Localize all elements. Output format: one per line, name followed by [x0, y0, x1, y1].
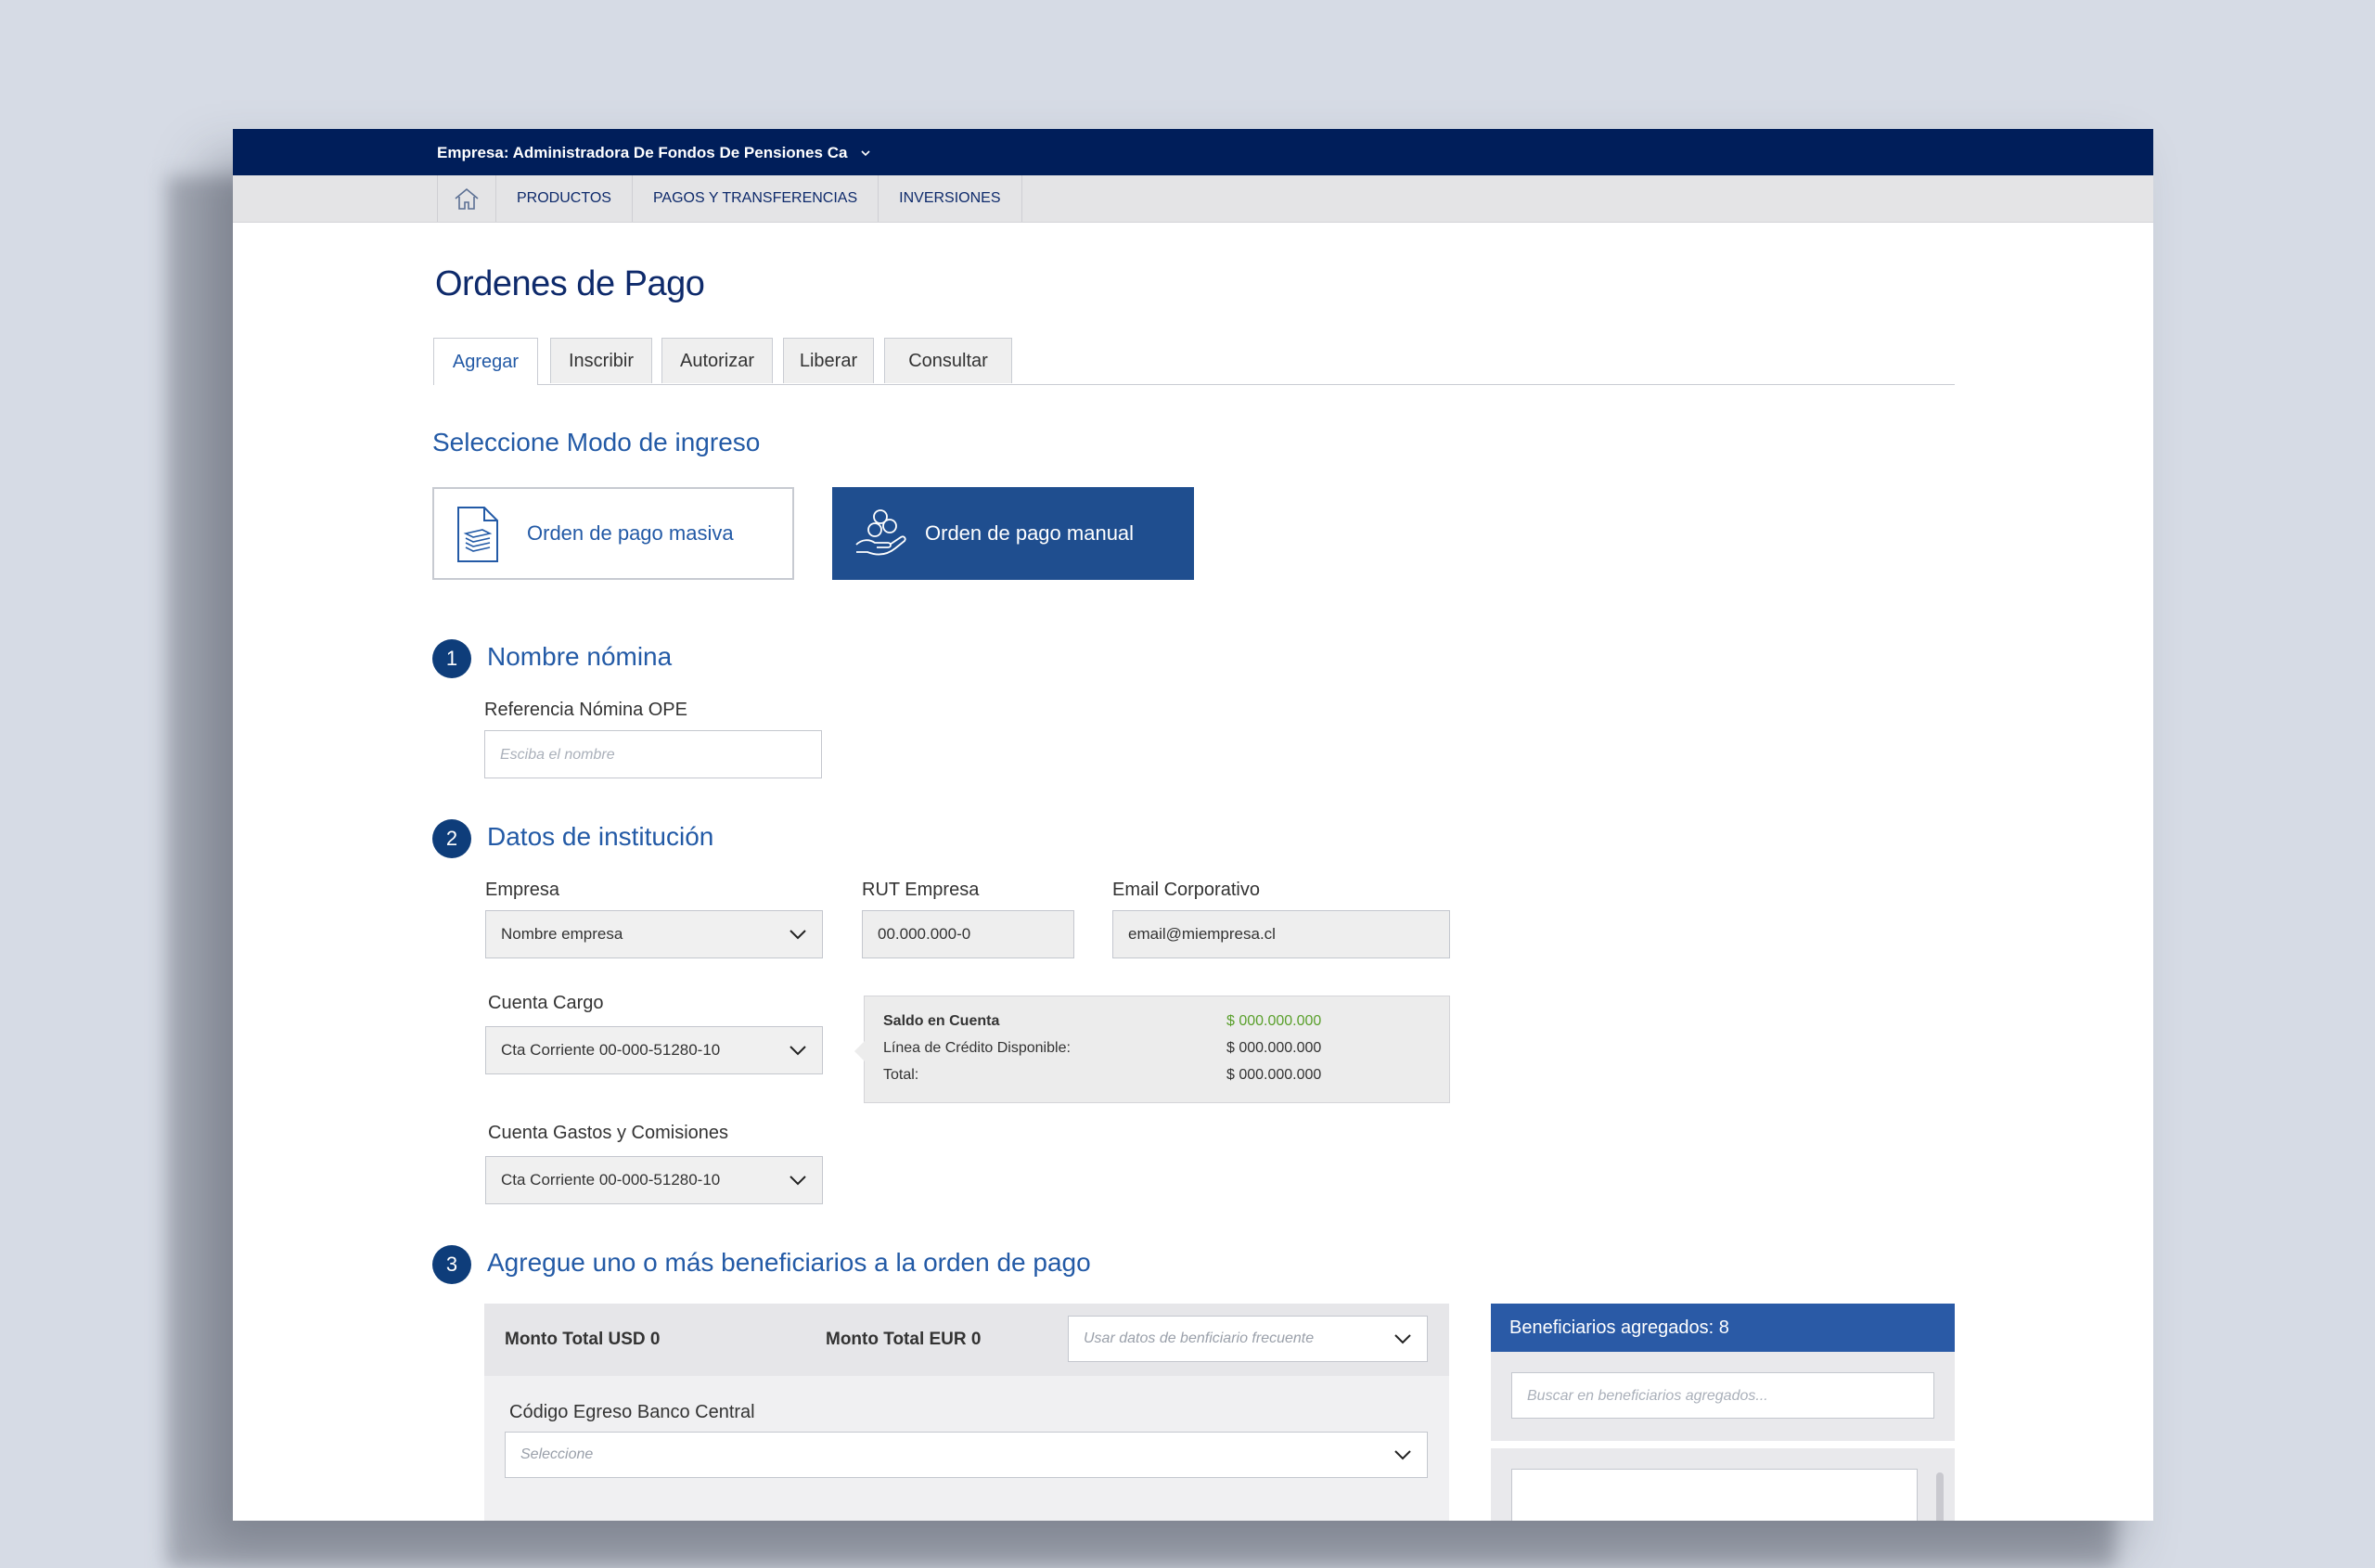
chevron-down-icon — [790, 930, 806, 940]
chevron-down-icon — [861, 150, 871, 157]
step-3-badge: 3 — [432, 1245, 471, 1284]
scrollbar-thumb[interactable] — [1936, 1472, 1944, 1521]
tab-liberar[interactable]: Liberar — [783, 338, 874, 383]
cuenta-cargo-select[interactable]: Cta Corriente 00-000-51280-10 — [485, 1026, 823, 1074]
beneficiario-panel: Monto Total USD 0 Monto Total EUR 0 Usar… — [484, 1304, 1449, 1521]
total-label: Total: — [883, 1067, 919, 1083]
cuenta-cargo-label: Cuenta Cargo — [488, 993, 604, 1013]
mode-manual-label: Orden de pago manual — [925, 521, 1135, 545]
section-1-title: Nombre nómina — [487, 642, 673, 671]
balance-panel: Saldo en Cuenta $ 000.000.000 Línea de C… — [854, 996, 1450, 1103]
tab-consultar[interactable]: Consultar — [884, 338, 1012, 383]
mode-heading: Seleccione Modo de ingreso — [432, 428, 761, 456]
rut-label: RUT Empresa — [862, 880, 980, 900]
hand-coins-icon — [855, 509, 906, 556]
chevron-down-icon — [1394, 1334, 1411, 1344]
cuenta-gastos-label: Cuenta Gastos y Comisiones — [488, 1123, 729, 1143]
codigo-placeholder: Seleccione — [520, 1446, 594, 1462]
nav-home[interactable] — [437, 175, 495, 222]
tab-agregar[interactable]: Agregar — [433, 338, 538, 385]
step-2-badge: 2 — [432, 819, 471, 858]
main-nav: PRODUCTOS PAGOS Y TRANSFERENCIAS INVERSI… — [233, 175, 2153, 223]
chevron-down-icon — [790, 1176, 806, 1186]
rut-field: 00.000.000-0 — [862, 910, 1074, 958]
mode-masiva-button[interactable]: Orden de pago masiva — [432, 487, 794, 580]
email-label: Email Corporativo — [1112, 880, 1260, 900]
buscar-beneficiarios-input[interactable] — [1511, 1372, 1934, 1419]
total-value: $ 000.000.000 — [1226, 1067, 1322, 1083]
saldo-value: $ 000.000.000 — [1226, 1013, 1322, 1029]
divider — [1491, 1441, 1955, 1448]
empresa-select[interactable]: Nombre empresa — [485, 910, 823, 958]
chevron-down-icon — [790, 1046, 806, 1056]
mode-masiva-label: Orden de pago masiva — [527, 521, 734, 545]
top-bar: Empresa: Administradora De Fondos De Pen… — [233, 129, 2153, 175]
home-icon — [455, 187, 479, 210]
email-field: email@miempresa.cl — [1112, 910, 1450, 958]
frecuente-placeholder: Usar datos de benficiario frecuente — [1084, 1330, 1315, 1346]
linea-credito-label: Línea de Crédito Disponible: — [883, 1040, 1071, 1056]
totals-bar: Monto Total USD 0 Monto Total EUR 0 Usar… — [484, 1304, 1449, 1376]
document-stack-icon — [457, 507, 498, 562]
beneficiarios-sidebar: Beneficiarios agregados: 8 — [1491, 1304, 1955, 1521]
tab-inscribir[interactable]: Inscribir — [550, 338, 652, 383]
monto-usd: Monto Total USD 0 — [505, 1330, 661, 1349]
section-2-title: Datos de institución — [487, 822, 714, 851]
cuenta-cargo-value: Cta Corriente 00-000-51280-10 — [501, 1041, 721, 1059]
beneficiario-list[interactable] — [1511, 1469, 1918, 1521]
referencia-input[interactable] — [484, 730, 822, 778]
frecuente-select[interactable]: Usar datos de benficiario frecuente — [1068, 1316, 1428, 1362]
linea-credito-value: $ 000.000.000 — [1226, 1040, 1322, 1056]
section-3-title: Agregue uno o más beneficiarios a la ord… — [487, 1248, 1091, 1277]
beneficiarios-header: Beneficiarios agregados: 8 — [1491, 1304, 1955, 1352]
nav-pagos-transferencias[interactable]: PAGOS Y TRANSFERENCIAS — [631, 175, 878, 222]
chevron-down-icon — [1394, 1450, 1411, 1460]
cuenta-gastos-select[interactable]: Cta Corriente 00-000-51280-10 — [485, 1156, 823, 1204]
codigo-egreso-select[interactable]: Seleccione — [505, 1432, 1428, 1478]
page-title: Ordenes de Pago — [435, 264, 705, 303]
mode-manual-button[interactable]: Orden de pago manual — [832, 487, 1194, 580]
monto-eur: Monto Total EUR 0 — [826, 1330, 982, 1349]
codigo-egreso-label: Código Egreso Banco Central — [509, 1402, 755, 1422]
app-page: Empresa: Administradora De Fondos De Pen… — [233, 129, 2153, 1521]
tab-bar: Agregar Inscribir Autorizar Liberar Cons… — [433, 338, 1955, 385]
cuenta-gastos-value: Cta Corriente 00-000-51280-10 — [501, 1171, 721, 1189]
referencia-label: Referencia Nómina OPE — [484, 700, 687, 720]
company-selector[interactable]: Empresa: Administradora De Fondos De Pen… — [437, 144, 871, 162]
nav-productos[interactable]: PRODUCTOS — [495, 175, 632, 222]
saldo-label: Saldo en Cuenta — [883, 1013, 1000, 1029]
company-label: Empresa: Administradora De Fondos De Pen… — [437, 144, 848, 161]
tab-autorizar[interactable]: Autorizar — [661, 338, 773, 383]
empresa-label: Empresa — [485, 880, 560, 900]
empresa-value: Nombre empresa — [501, 925, 623, 943]
nav-inversiones[interactable]: INVERSIONES — [878, 175, 1022, 222]
step-1-badge: 1 — [432, 639, 471, 678]
